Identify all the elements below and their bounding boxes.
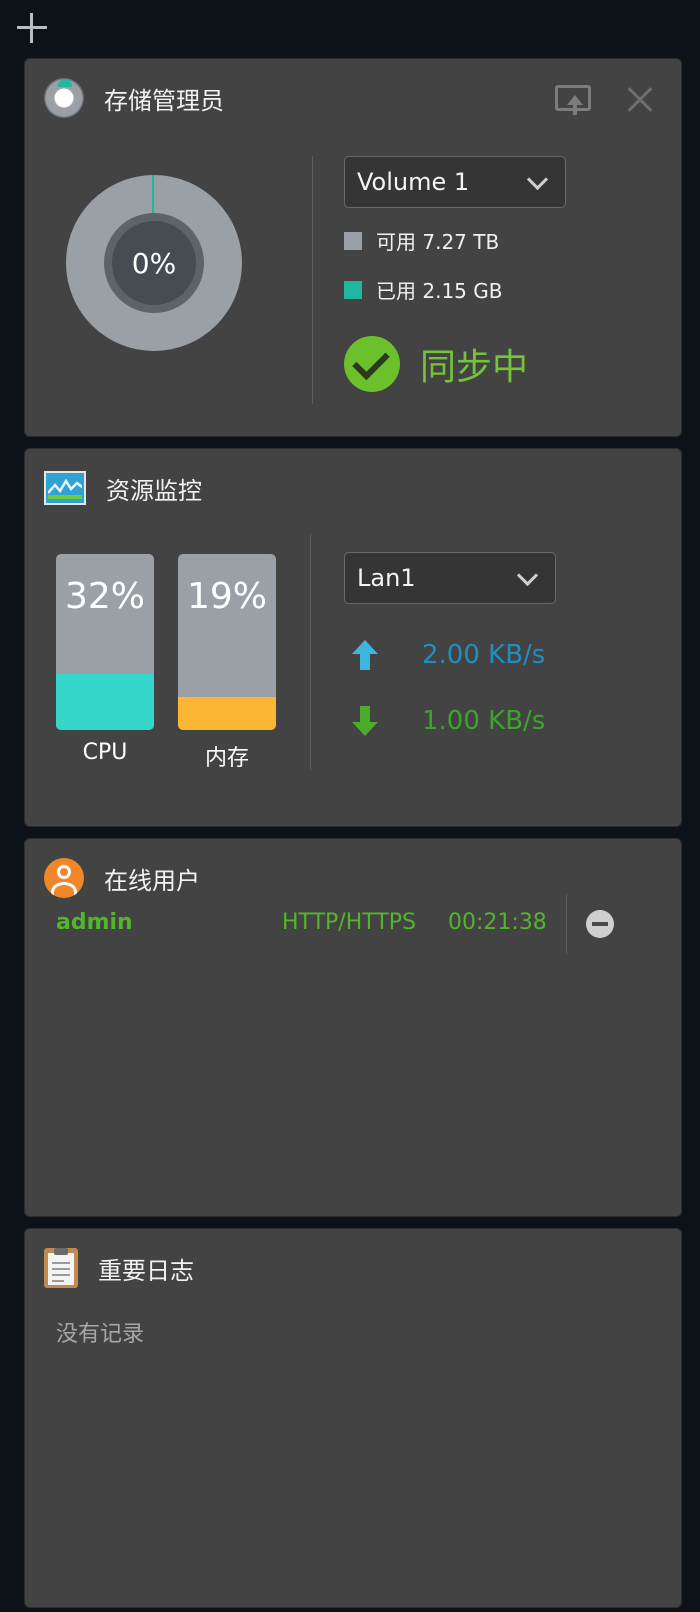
user-icon: [44, 858, 84, 898]
legend-used: 已用 2.15 GB: [344, 275, 502, 304]
important-logs-widget: 重要日志 没有记录: [24, 1228, 682, 1608]
widget-title: 存储管理员: [104, 86, 224, 115]
widget-actions: [554, 80, 660, 120]
memory-bar: 19%: [178, 554, 276, 730]
cpu-label: CPU: [82, 740, 128, 765]
swatch-available: [344, 231, 362, 250]
storage-manager-widget: 存储管理员 0% Volume 1 可用 7.27 TB 已用 2.15 GB …: [24, 58, 682, 437]
upload-speed: 2.00 KB/s: [422, 640, 546, 670]
close-icon[interactable]: [620, 80, 660, 120]
user-duration: 00:21:38: [448, 910, 547, 935]
widget-header: 资源监控: [44, 468, 202, 508]
resource-monitor-widget: 资源监控 32% CPU 19% 内存 Lan1 2.00 KB/s 1.00 …: [24, 448, 682, 827]
volume-select[interactable]: Volume 1: [344, 156, 566, 208]
divider: [310, 534, 311, 770]
download-speed: 1.00 KB/s: [422, 706, 546, 736]
widget-header: 重要日志: [44, 1248, 194, 1288]
clipboard-icon: [44, 1248, 78, 1288]
cpu-bar: 32%: [56, 554, 154, 730]
online-users-widget: 在线用户 admin HTTP/HTTPS 00:21:38: [24, 838, 682, 1217]
interface-select[interactable]: Lan1: [344, 552, 556, 604]
storage-usage-donut: 0%: [66, 175, 242, 351]
used-slice: [152, 175, 154, 215]
add-widget-button[interactable]: [14, 10, 50, 46]
widget-title: 资源监控: [106, 476, 202, 505]
usage-percent: 0%: [112, 221, 196, 305]
legend-available: 可用 7.27 TB: [344, 226, 499, 255]
divider: [566, 894, 567, 954]
check-icon: [344, 336, 400, 392]
upload-arrow-icon: [352, 640, 378, 670]
memory-percent: 19%: [186, 576, 267, 617]
chevron-down-icon: [516, 564, 539, 587]
monitor-icon: [44, 471, 86, 505]
empty-logs-text: 没有记录: [56, 1322, 145, 1347]
volume-select-value: Volume 1: [357, 168, 470, 196]
disconnect-user-button[interactable]: [586, 910, 614, 938]
sync-status-text: 同步中: [420, 347, 529, 388]
memory-bar-fill: [178, 696, 276, 730]
widget-header: 在线用户: [44, 858, 200, 898]
interface-select-value: Lan1: [357, 564, 416, 592]
swatch-used: [344, 280, 362, 299]
user-protocol: HTTP/HTTPS: [282, 910, 416, 935]
divider: [312, 156, 313, 404]
user-name: admin: [56, 910, 133, 935]
widget-title: 在线用户: [104, 866, 200, 895]
disk-icon: [44, 78, 84, 118]
memory-label: 内存: [204, 746, 249, 771]
widget-header: 存储管理员: [44, 78, 224, 118]
chevron-down-icon: [526, 168, 549, 191]
widget-title: 重要日志: [98, 1256, 194, 1285]
sync-status: 同步中: [344, 336, 528, 392]
popout-button[interactable]: [554, 80, 594, 120]
table-row: admin HTTP/HTTPS 00:21:38: [24, 894, 682, 954]
cpu-bar-fill: [56, 673, 154, 730]
cpu-percent: 32%: [64, 576, 145, 617]
download-arrow-icon: [352, 706, 378, 736]
